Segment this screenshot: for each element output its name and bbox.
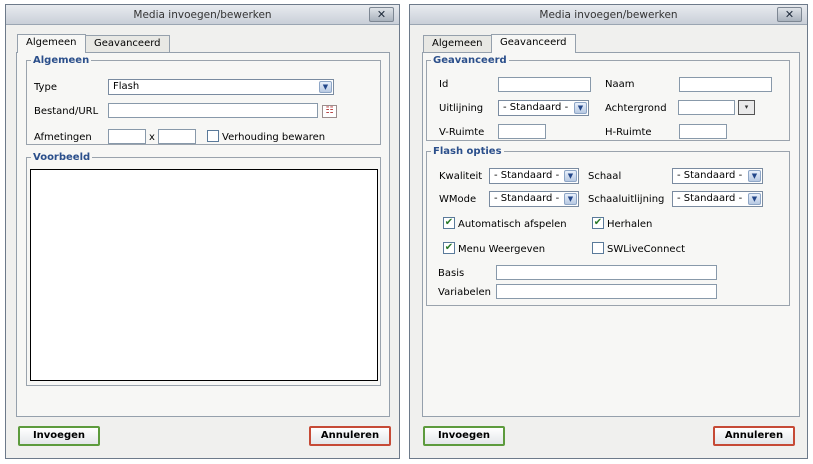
constrain-proportions-label: Verhouding bewaren	[222, 132, 326, 143]
preview-area	[30, 169, 378, 381]
tab-advanced[interactable]: Geavanceerd	[491, 34, 576, 54]
align-select[interactable]: - Standaard - ▼	[498, 100, 589, 116]
chevron-down-icon: ▼	[748, 193, 761, 205]
insert-button[interactable]: Invoegen	[423, 426, 505, 446]
flashvars-input[interactable]	[496, 284, 717, 299]
title-bar[interactable]: Media invoegen/bewerken ✕	[410, 5, 807, 25]
times-symbol: x	[149, 132, 155, 143]
id-label: Id	[439, 79, 449, 90]
scale-align-select-value: - Standaard -	[677, 193, 743, 204]
tab-general[interactable]: Algemeen	[17, 34, 86, 54]
autoplay-checkbox[interactable]: ✔	[443, 217, 455, 229]
close-button[interactable]: ✕	[777, 7, 802, 22]
wmode-select-value: - Standaard -	[494, 193, 560, 204]
tab-advanced[interactable]: Geavanceerd	[85, 35, 170, 52]
chevron-down-icon: ▼	[574, 102, 587, 114]
chevron-down-icon: ▼	[319, 81, 332, 93]
tab-panel-general: Algemeen Type Flash ▼ Bestand/URL ☷ Afme…	[16, 52, 390, 417]
color-picker-icon[interactable]: ▾	[738, 100, 755, 115]
general-legend: Algemeen	[33, 55, 90, 66]
scale-select-value: - Standaard -	[677, 170, 743, 181]
cancel-button[interactable]: Annuleren	[713, 426, 795, 446]
base-label: Basis	[438, 268, 465, 279]
quality-select[interactable]: - Standaard - ▼	[489, 168, 579, 184]
autoplay-label: Automatisch afspelen	[458, 219, 567, 230]
wmode-label: WMode	[439, 194, 477, 205]
width-input[interactable]	[108, 129, 146, 144]
background-color-input[interactable]	[678, 100, 735, 115]
dimensions-label: Afmetingen	[34, 132, 92, 143]
dialog-title: Media invoegen/bewerken	[133, 9, 272, 21]
file-url-input[interactable]	[108, 103, 318, 118]
flash-options-legend: Flash opties	[433, 146, 502, 157]
close-button[interactable]: ✕	[369, 7, 394, 22]
file-url-label: Bestand/URL	[34, 106, 99, 117]
show-menu-checkbox[interactable]: ✔	[443, 242, 455, 254]
show-menu-label: Menu Weergeven	[458, 244, 546, 255]
constrain-proportions-checkbox[interactable]	[207, 130, 219, 142]
tab-panel-advanced: Geavanceerd Id Naam Uitlijning - Standaa…	[422, 52, 800, 417]
wmode-select[interactable]: - Standaard - ▼	[489, 191, 579, 207]
type-label: Type	[34, 82, 57, 93]
chevron-down-icon: ▼	[564, 193, 577, 205]
chevron-down-icon: ▼	[564, 170, 577, 182]
name-label: Naam	[605, 79, 635, 90]
cancel-button[interactable]: Annuleren	[309, 426, 391, 446]
chevron-down-icon: ▼	[748, 170, 761, 182]
vspace-input[interactable]	[498, 124, 546, 139]
type-select[interactable]: Flash ▼	[108, 79, 334, 95]
quality-select-value: - Standaard -	[494, 170, 560, 181]
name-input[interactable]	[679, 77, 772, 92]
scale-align-label: Schaaluitlijning	[588, 194, 665, 205]
swliveconnect-checkbox[interactable]	[592, 242, 604, 254]
vspace-label: V-Ruimte	[439, 127, 485, 138]
id-input[interactable]	[498, 77, 591, 92]
media-dialog-general: Media invoegen/bewerken ✕ Algemeen Geava…	[5, 4, 400, 459]
quality-label: Kwaliteit	[439, 171, 483, 182]
insert-button[interactable]: Invoegen	[18, 426, 100, 446]
hspace-label: H-Ruimte	[605, 127, 652, 138]
advanced-legend: Geavanceerd	[433, 55, 507, 66]
type-select-value: Flash	[113, 81, 140, 92]
align-select-value: - Standaard -	[503, 102, 569, 113]
hspace-input[interactable]	[679, 124, 727, 139]
flashvars-label: Variabelen	[438, 287, 491, 298]
preview-legend: Voorbeeld	[33, 152, 91, 163]
align-label: Uitlijning	[439, 103, 484, 114]
scale-align-select[interactable]: - Standaard - ▼	[672, 191, 763, 207]
base-input[interactable]	[496, 265, 717, 280]
scale-select[interactable]: - Standaard - ▼	[672, 168, 763, 184]
dialog-title: Media invoegen/bewerken	[539, 9, 678, 21]
loop-checkbox[interactable]: ✔	[592, 217, 604, 229]
browse-icon[interactable]: ☷	[322, 105, 337, 118]
swliveconnect-label: SWLiveConnect	[607, 244, 686, 255]
media-dialog-advanced: Media invoegen/bewerken ✕ Algemeen Geava…	[409, 4, 808, 459]
title-bar[interactable]: Media invoegen/bewerken ✕	[6, 5, 399, 25]
background-label: Achtergrond	[605, 103, 667, 114]
loop-label: Herhalen	[607, 219, 653, 230]
scale-label: Schaal	[588, 171, 622, 182]
height-input[interactable]	[158, 129, 196, 144]
tab-general[interactable]: Algemeen	[423, 35, 492, 52]
